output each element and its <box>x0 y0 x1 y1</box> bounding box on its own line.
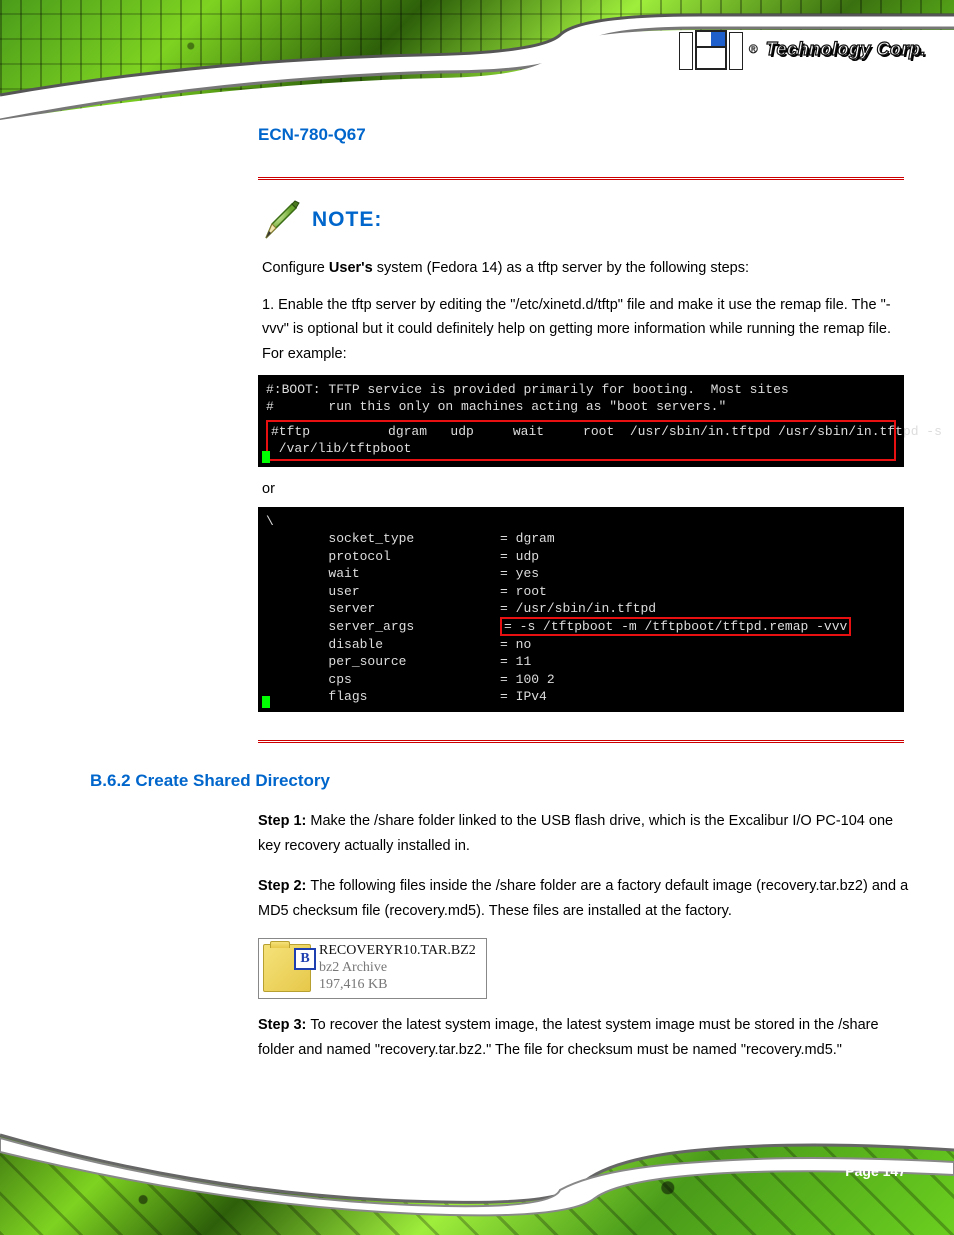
cursor-icon <box>262 451 270 463</box>
note-title: NOTE: <box>312 208 382 232</box>
file-tile: B RECOVERYR10.TAR.BZ2 bz2 Archive 197,41… <box>258 938 487 998</box>
step-text: Make the /share folder linked to the USB… <box>258 813 893 854</box>
note-body-rest: system (Fedora 14) as a tftp server by t… <box>373 260 749 276</box>
trademark-symbol: ® <box>749 42 758 56</box>
model-name: ECN-780-Q67 <box>258 125 914 145</box>
file-size: 197,416 KB <box>319 977 476 994</box>
terminal-line: server = /usr/sbin/in.tftpd <box>266 601 656 616</box>
terminal-line: socket_type = dgram <box>266 531 555 546</box>
terminal-snippet-xinetd: \ socket_type = dgram protocol = udp wai… <box>258 507 904 712</box>
step-label: Step 3: <box>258 1017 310 1033</box>
brand-logo: ® Technology Corp. <box>679 28 926 70</box>
page-content: ECN-780-Q67 NOTE: Configure User's syste… <box>90 125 914 1077</box>
terminal-line: flags = IPv4 <box>266 689 547 704</box>
step-text: To recover the latest system image, the … <box>258 1017 879 1058</box>
logo-mark-icon <box>679 28 743 70</box>
terminal-highlight-box: = -s /tftpboot -m /tftpboot/tftpd.remap … <box>500 617 851 636</box>
file-type: bz2 Archive <box>319 960 476 977</box>
brand-name: Technology Corp. <box>766 39 926 60</box>
note-step-1: 1. Enable the tftp server by editing the… <box>262 293 904 367</box>
terminal-line: per_source = 11 <box>266 654 531 669</box>
terminal-line: protocol = udp <box>266 549 539 564</box>
terminal-highlight-box: #tftp dgram udp wait root /usr/sbin/in.t… <box>266 420 896 461</box>
footer-swoosh-graphic <box>0 1090 954 1235</box>
step-label: Step 1: <box>258 813 310 829</box>
note-icon <box>258 198 302 242</box>
section-heading: B.6.2 Create Shared Directory <box>90 771 914 791</box>
note-body: Configure User's system (Fedora 14) as a… <box>262 256 904 281</box>
bz2-badge-icon: B <box>294 948 316 970</box>
note-body-emph: User's <box>329 260 373 276</box>
terminal-server-args-key: server_args <box>266 619 500 634</box>
step-text: The following files inside the /share fo… <box>258 878 908 919</box>
step-3: Step 3:To recover the latest system imag… <box>258 1013 914 1064</box>
file-meta: RECOVERYR10.TAR.BZ2 bz2 Archive 197,416 … <box>319 943 476 993</box>
folder-archive-icon: B <box>263 944 311 992</box>
cursor-icon <box>262 696 270 708</box>
page-number: Page 147 <box>845 1163 906 1179</box>
terminal-line: cps = 100 2 <box>266 672 555 687</box>
terminal-snippet-inetd: #:BOOT: TFTP service is provided primari… <box>258 375 904 467</box>
or-separator: or <box>262 481 904 497</box>
terminal-line: user = root <box>266 584 547 599</box>
step-1: Step 1:Make the /share folder linked to … <box>258 809 914 860</box>
terminal-comment: #:BOOT: TFTP service is provided primari… <box>266 382 789 415</box>
step-2: Step 2:The following files inside the /s… <box>258 874 914 925</box>
note-body-prefix: Configure <box>262 260 329 276</box>
terminal-line: disable = no <box>266 637 531 652</box>
note-block: NOTE: Configure User's system (Fedora 14… <box>258 177 904 743</box>
file-name: RECOVERYR10.TAR.BZ2 <box>319 943 476 960</box>
terminal-line: wait = yes <box>266 566 539 581</box>
step-label: Step 2: <box>258 878 310 894</box>
